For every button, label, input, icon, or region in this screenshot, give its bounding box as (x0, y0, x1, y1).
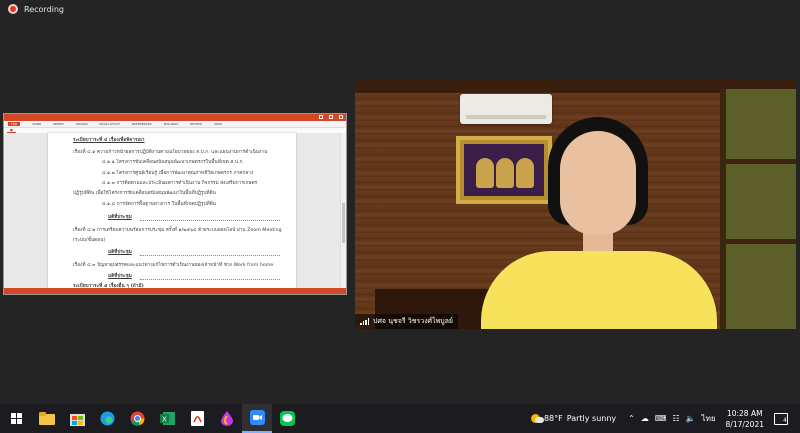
zoom-icon (249, 410, 265, 425)
line-icon (279, 411, 295, 426)
resolution-label: มติที่ประชุม (108, 215, 132, 220)
doc-line: ๔.๑.๓ การติดตามและประเมินผลการดำเนินงาน … (102, 181, 258, 186)
recording-label: Recording (24, 4, 65, 14)
edge-icon (100, 411, 114, 426)
pdf-icon (190, 411, 204, 426)
taskbar-line[interactable] (272, 404, 302, 433)
doc-line: เรื่องที่ ๔.๓ ปัญหาอุปสรรคและแนวทางแก้ไข… (73, 263, 274, 268)
speaker-icon[interactable]: 🔈 (686, 414, 696, 423)
svg-text:X: X (162, 416, 167, 424)
wifi-icon[interactable]: ☷ (672, 414, 679, 423)
weather-temp: 88°F (543, 414, 563, 423)
folder-icon (39, 412, 55, 425)
signal-strength-icon (360, 318, 369, 325)
keyboard-icon[interactable]: ⌨ (655, 414, 667, 423)
shared-screen-window[interactable]: FILE HOME INSERT DESIGN PAGE LAYOUT REFE… (3, 113, 347, 295)
doc-line: ๔.๑.๔ การจัดการพื้นฐานทางการ ในพื้นที่เข… (102, 202, 217, 207)
recording-indicator: Recording (8, 4, 64, 14)
taskbar-acrobat[interactable] (182, 404, 212, 433)
excel-icon: X (159, 412, 175, 425)
participant-face (560, 131, 636, 235)
scrollbar-thumb[interactable] (342, 203, 345, 243)
vertical-scrollbar[interactable] (340, 133, 346, 288)
fill-line (140, 279, 280, 280)
taskbar-zoom[interactable] (242, 404, 272, 433)
resolution-label: มติที่ประชุม (108, 274, 132, 279)
document-page[interactable]: ระเบียบวาระที่ ๔ เรื่องเพื่อพิจารณา เรื่… (48, 133, 296, 289)
status-bar (4, 288, 346, 294)
store-icon (69, 414, 85, 426)
paint-drop-icon (221, 411, 233, 426)
start-button[interactable] (0, 404, 32, 433)
taskbar-microsoft-store[interactable] (62, 404, 92, 433)
windows-icon (10, 413, 22, 424)
participant-video[interactable]: ปศจ นุชจรี วิชรวงศ์ไพบูลย์ (355, 79, 796, 329)
clock-time: 10:28 AM (726, 408, 763, 418)
chevron-up-icon[interactable]: ⌃ (628, 414, 635, 423)
doc-line: ๔.๑.๑ โครงการขับเคลื่อนสนับสนุนพัฒนาเกษต… (102, 160, 244, 165)
notification-center-button[interactable]: 4 (774, 412, 788, 425)
close-icon[interactable] (339, 115, 343, 119)
window-title-bar (4, 114, 346, 121)
clock[interactable]: 10:28 AM 8/17/2021 (726, 408, 764, 430)
fill-line (140, 220, 280, 221)
window-controls (319, 115, 343, 119)
tray-icons: ⌃ ☁ ⌨ ☷ 🔈 ไทย (628, 412, 715, 425)
doc-line: ๔.๑.๒ โครงการศูนย์เรียนรู้ เพื่อการพัฒนา… (102, 171, 254, 176)
room-window (720, 89, 796, 329)
ribbon-tabs: FILE HOME INSERT DESIGN PAGE LAYOUT REFE… (4, 121, 346, 128)
record-icon (8, 4, 18, 14)
weather-condition: Partly sunny (566, 414, 617, 423)
ribbon-tab-view[interactable]: VIEW (214, 122, 222, 126)
ribbon-tab-references[interactable]: REFERENCES (132, 122, 152, 126)
weather-widget[interactable]: 88°F Partly sunny (530, 414, 617, 423)
participant-name-tag: ปศจ นุชจรี วิชรวงศ์ไพบูลย์ (355, 314, 459, 329)
ribbon-tab-home[interactable]: HOME (32, 122, 41, 126)
chrome-icon (130, 411, 145, 426)
ribbon-tab-insert[interactable]: INSERT (53, 122, 64, 126)
minimize-icon[interactable] (319, 115, 323, 119)
cloud-icon[interactable]: ☁ (641, 414, 649, 423)
input-language[interactable]: ไทย (702, 412, 716, 425)
notification-count: 4 (783, 416, 787, 424)
system-tray: 88°F Partly sunny ⌃ ☁ ⌨ ☷ 🔈 ไทย 10:28 AM… (530, 404, 800, 433)
ribbon-tab-page-layout[interactable]: PAGE LAYOUT (100, 122, 120, 126)
fill-line (140, 255, 280, 256)
ribbon-tab-review[interactable]: REVIEW (190, 122, 202, 126)
taskbar-file-explorer[interactable] (32, 404, 62, 433)
ribbon-tab-design[interactable]: DESIGN (76, 122, 88, 126)
buddha-picture-frame (456, 136, 552, 204)
taskbar-paint[interactable] (212, 404, 242, 433)
ribbon-tab-mailings[interactable]: MAILINGS (164, 122, 179, 126)
doc-line: เรื่องที่ ๔.๒ การเตรียมความพร้อมการประชุ… (73, 228, 282, 233)
maximize-icon[interactable] (329, 115, 333, 119)
doc-line: (ระบบ/ขั้นตอน) (73, 238, 106, 243)
taskbar-excel[interactable]: X (152, 404, 182, 433)
air-conditioner (460, 94, 552, 124)
taskbar-edge[interactable] (92, 404, 122, 433)
document-area: ระเบียบวาระที่ ๔ เรื่องเพื่อพิจารณา เรื่… (4, 133, 346, 289)
doc-line: ปฏิรูปที่ดิน เพื่อให้โครงการขับเคลื่อนสน… (73, 191, 216, 196)
taskbar-chrome[interactable] (122, 404, 152, 433)
partly-sunny-icon (530, 414, 544, 423)
ribbon-tab-file[interactable]: FILE (8, 122, 21, 126)
participant-name: ปศจ นุชจรี วิชรวงศ์ไพบูลย์ (373, 317, 454, 325)
resolution-label: มติที่ประชุม (108, 250, 132, 255)
participant-shirt (481, 251, 717, 329)
taskbar: X 88°F Partly sunny ⌃ ☁ ⌨ ☷ 🔈 ไทย 10:28 … (0, 404, 800, 433)
doc-line: เรื่องที่ ๔.๑ ความก้าวหน้าผลการปฏิบัติงา… (73, 150, 268, 155)
clock-date: 8/17/2021 (725, 419, 764, 429)
agenda-heading: ระเบียบวาระที่ ๔ เรื่องเพื่อพิจารณา (73, 138, 145, 143)
